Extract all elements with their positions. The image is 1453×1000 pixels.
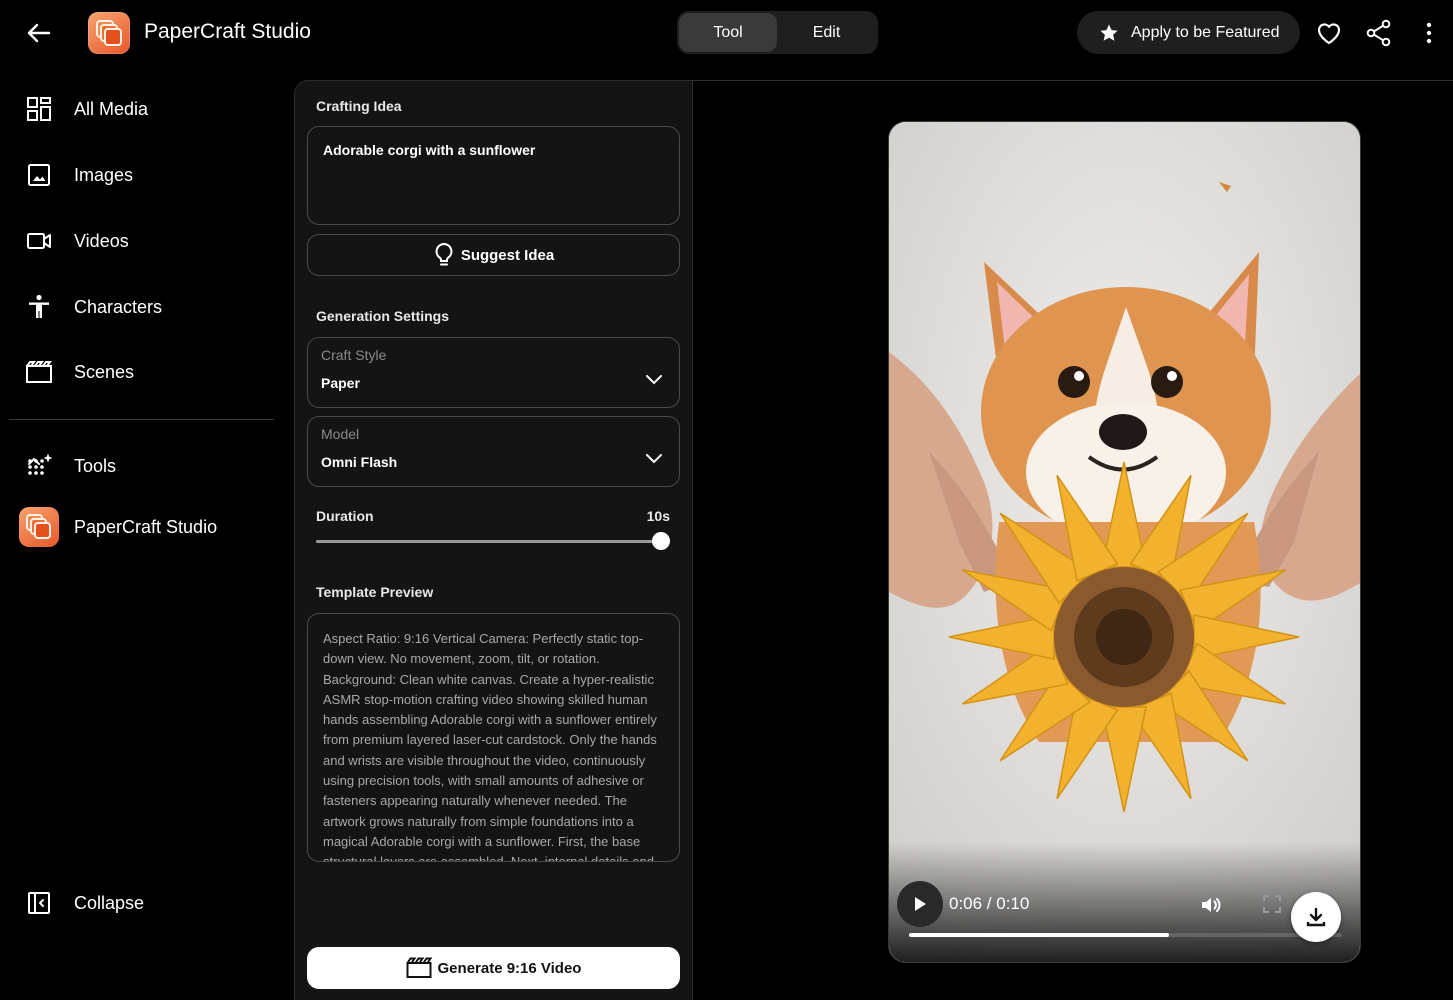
model-select[interactable]: Model Omni Flash [307, 416, 680, 487]
sidebar-item-videos[interactable]: Videos [0, 215, 282, 267]
duration-slider-thumb[interactable] [652, 532, 670, 550]
grid-icon [25, 95, 53, 123]
mode-switch: Tool Edit [677, 11, 878, 54]
sidebar-collapse-button[interactable]: Collapse [0, 877, 282, 929]
generate-video-button[interactable]: Generate 9:16 Video [307, 947, 680, 989]
suggest-idea-label: Suggest Idea [460, 246, 555, 264]
crafting-idea-input[interactable]: Adorable corgi with a sunflower [307, 126, 680, 225]
craft-style-select[interactable]: Craft Style Paper [307, 337, 680, 408]
sidebar-item-all-media[interactable]: All Media [0, 83, 282, 135]
sidebar-item-label: Scenes [74, 361, 135, 382]
apply-featured-button[interactable]: Apply to be Featured [1077, 11, 1300, 54]
star-icon [1099, 23, 1119, 43]
image-icon [25, 161, 53, 189]
craft-style-caption: Craft Style [321, 347, 387, 363]
app-logo [88, 12, 130, 54]
clapperboard-icon [406, 957, 432, 979]
duration-slider-fill [316, 540, 661, 543]
apply-featured-label: Apply to be Featured [1131, 23, 1280, 41]
top-bar: PaperCraft Studio Tool Edit Apply to be … [0, 0, 1453, 64]
crafting-idea-label: Crafting Idea [316, 98, 402, 114]
play-icon [912, 895, 928, 913]
duration-label: Duration [316, 508, 374, 524]
chevron-up-icon [25, 452, 53, 480]
app-title: PaperCraft Studio [144, 20, 311, 43]
generate-video-label: Generate 9:16 Video [437, 959, 582, 977]
sidebar-item-scenes[interactable]: Scenes [0, 346, 282, 398]
tab-tool[interactable]: Tool [679, 13, 777, 52]
sidebar-item-label: Images [74, 164, 134, 185]
sidebar-item-characters[interactable]: Characters [0, 281, 282, 333]
duration-value: 10s [646, 508, 670, 524]
suggest-idea-button[interactable]: Suggest Idea [307, 234, 680, 276]
download-button[interactable] [1291, 892, 1341, 942]
heart-icon[interactable] [1314, 18, 1344, 48]
sidebar-divider [9, 419, 274, 420]
video-player[interactable]: 0:06 / 0:10 [888, 121, 1361, 963]
duration-slider[interactable] [316, 532, 670, 550]
papercraft-logo [19, 507, 59, 547]
sidebar-item-label: Videos [74, 230, 129, 251]
clapperboard-icon [25, 358, 53, 386]
person-icon [25, 293, 53, 321]
sidebar-item-label: All Media [74, 98, 149, 119]
sidebar: All Media Images Videos Characters Scene… [0, 64, 282, 1000]
video-progress-bar[interactable] [909, 933, 1342, 937]
tab-edit[interactable]: Edit [777, 13, 876, 52]
sidebar-tool-label: PaperCraft Studio [74, 516, 218, 537]
fullscreen-icon[interactable] [1261, 893, 1283, 915]
download-icon [1304, 905, 1328, 929]
sidebar-tool-papercraft-studio[interactable]: PaperCraft Studio [0, 501, 282, 553]
sidebar-item-images[interactable]: Images [0, 149, 282, 201]
collapse-label: Collapse [74, 892, 145, 913]
back-arrow-icon[interactable] [22, 16, 56, 50]
video-progress-fill [909, 933, 1169, 937]
chevron-down-icon [645, 452, 663, 464]
lightbulb-icon [433, 242, 455, 268]
sidebar-tools-label: Tools [74, 455, 117, 476]
model-value: Omni Flash [321, 454, 398, 470]
video-frame-corgi-sunflower [889, 122, 1360, 962]
chevron-down-icon [645, 373, 663, 385]
template-preview-text[interactable]: Aspect Ratio: 9:16 Vertical Camera: Perf… [307, 613, 680, 862]
share-icon[interactable] [1364, 18, 1394, 48]
sidebar-tools-toggle[interactable]: Tools [0, 440, 282, 492]
model-caption: Model [321, 426, 360, 442]
play-button[interactable] [897, 881, 943, 927]
volume-icon[interactable] [1199, 893, 1223, 917]
header-divider [693, 80, 1453, 81]
generation-settings-label: Generation Settings [316, 308, 450, 324]
settings-panel: Crafting Idea Adorable corgi with a sunf… [294, 80, 693, 1000]
more-vert-icon[interactable] [1418, 18, 1440, 48]
template-preview-label: Template Preview [316, 584, 434, 600]
sidebar-item-label: Characters [74, 296, 163, 317]
collapse-sidebar-icon [25, 889, 53, 917]
video-camera-icon [25, 227, 53, 255]
playback-time: 0:06 / 0:10 [949, 894, 1030, 913]
craft-style-value: Paper [321, 375, 360, 391]
